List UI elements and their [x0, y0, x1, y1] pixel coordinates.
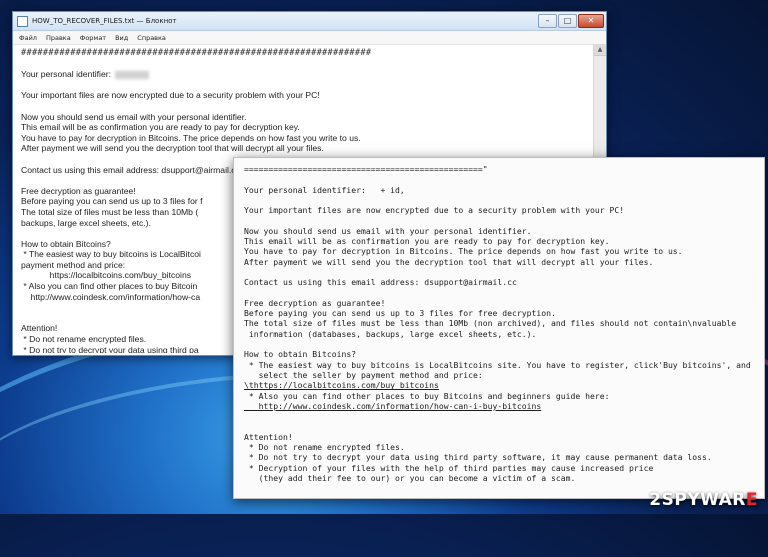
maximize-button[interactable]: □	[558, 14, 577, 28]
scroll-up-icon[interactable]: ▲	[594, 44, 606, 56]
panel-line: * The easiest way to buy bitcoins is Loc…	[244, 359, 751, 370]
panel-line: Attention!	[244, 431, 293, 442]
panel-line: You have to pay for decryption in Bitcoi…	[244, 246, 683, 257]
panel-line	[244, 339, 754, 349]
panel-line: select the seller by payment method and …	[244, 369, 483, 380]
menu-edit[interactable]: Правка	[46, 34, 71, 42]
note-line: Your personal identifier:	[21, 69, 598, 80]
note-line: Now you should send us email with your p…	[21, 111, 247, 122]
panel-line	[244, 195, 754, 205]
panel-line: (they add their fee to our) or you can b…	[244, 472, 576, 483]
menu-bar: Файл Правка Формат Вид Справка	[13, 31, 606, 45]
watermark-logo: 2SPYWARE	[649, 490, 758, 510]
note-line: Your important files are now encrypted d…	[21, 90, 320, 101]
panel-line: * Do not try to decrypt your data using …	[244, 452, 712, 463]
panel-line: How to obtain Bitcoins?	[244, 349, 357, 360]
note-line: After payment we will send you the decry…	[21, 143, 324, 154]
panel-line	[244, 421, 754, 431]
panel-line: * Decryption of your files with the help…	[244, 462, 654, 473]
panel-line: This email will be as confirmation you a…	[244, 236, 610, 247]
panel-line	[244, 411, 754, 421]
panel-line: information (databases, backups, large e…	[244, 328, 537, 339]
panel-line: http://www.coindesk.com/information/how-…	[244, 400, 542, 411]
close-button[interactable]: ✕	[578, 14, 604, 28]
panel-line: Your personal identifier: + id,	[244, 184, 405, 195]
menu-format[interactable]: Формат	[80, 34, 106, 42]
panel-line: The total size of files must be less tha…	[244, 318, 737, 329]
panel-line: Before paying you can send us up to 3 fi…	[244, 308, 556, 319]
panel-line: After payment we will send you the decry…	[244, 256, 654, 267]
panel-line: Free decryption as guarantee!	[244, 297, 386, 308]
notepad-icon	[17, 15, 28, 27]
panel-line	[244, 288, 754, 298]
panel-line	[244, 215, 754, 225]
note-line	[21, 59, 598, 70]
menu-help[interactable]: Справка	[137, 34, 166, 42]
panel-line: Your important files are now encrypted d…	[244, 205, 625, 216]
menu-file[interactable]: Файл	[19, 34, 37, 42]
note-line	[21, 80, 598, 91]
panel-line: ========================================…	[244, 164, 488, 174]
panel-line: Contact us using this email address: dsu…	[244, 277, 517, 288]
ransom-note-panel: ========================================…	[233, 157, 765, 499]
note-line: You have to pay for decryption in Bitcoi…	[21, 132, 361, 143]
hash-line: ########################################…	[21, 48, 372, 58]
panel-line	[244, 267, 754, 277]
window-title: HOW_TO_RECOVER_FILES.txt — Блокнот	[32, 17, 177, 25]
notepad-titlebar[interactable]: HOW_TO_RECOVER_FILES.txt — Блокнот – □ ✕	[13, 12, 606, 31]
menu-view[interactable]: Вид	[115, 34, 128, 42]
note-line	[21, 101, 598, 112]
minimize-button[interactable]: –	[538, 14, 557, 28]
panel-line: * Do not rename encrypted files.	[244, 442, 405, 453]
panel-line	[244, 174, 754, 184]
panel-line: * Also you can find other places to buy …	[244, 390, 610, 401]
panel-line: Now you should send us email with your p…	[244, 225, 532, 236]
note-line: This email will be as confirmation you a…	[21, 122, 300, 133]
redacted-identifier	[114, 70, 149, 79]
panel-line: \thttps://localbitcoins.com/buy_bitcoins	[244, 380, 439, 391]
